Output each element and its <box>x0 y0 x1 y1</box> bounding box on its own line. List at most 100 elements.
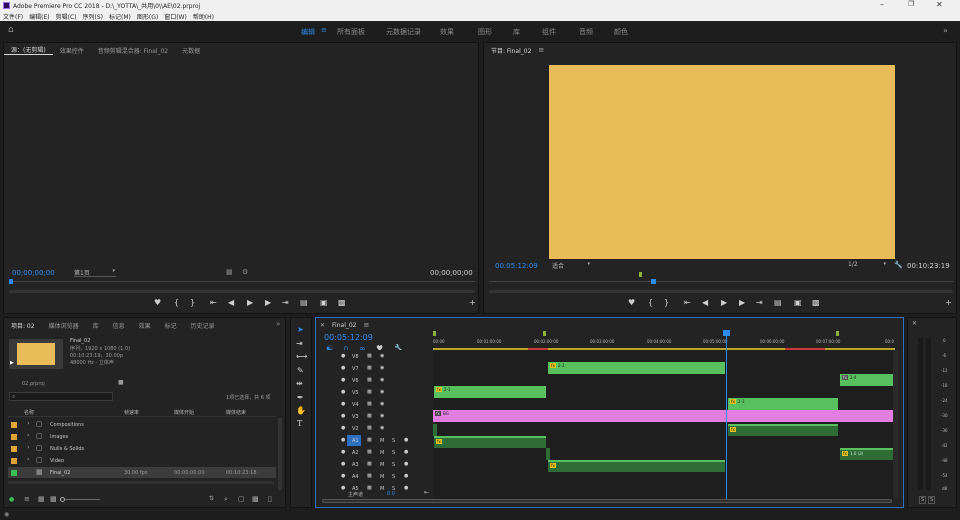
program-scrollbar[interactable] <box>489 290 953 293</box>
tab-metadata[interactable]: 元数据 <box>175 46 207 55</box>
project-hscrollbar[interactable] <box>8 481 274 484</box>
menu-help[interactable]: 帮助(H) <box>193 12 214 21</box>
step-back-icon[interactable]: ◀ <box>702 299 708 307</box>
menu-clip[interactable]: 剪辑(C) <box>56 12 77 21</box>
sync-icon[interactable]: ▩ <box>367 413 372 419</box>
overwrite-icon[interactable]: ▣ <box>320 299 328 307</box>
home-icon[interactable]: ⌂ <box>8 25 14 35</box>
mute-button[interactable]: M <box>380 450 384 456</box>
workspace-tab-audio[interactable]: 音频 <box>579 27 593 37</box>
sync-icon[interactable]: ▩ <box>367 485 372 491</box>
video-clip[interactable]: fx 2-4 <box>840 374 893 386</box>
lock-icon[interactable]: ● <box>341 485 345 491</box>
video-clip-bg[interactable]: fx BG <box>433 410 893 422</box>
workspace-tab-edit[interactable]: 编辑 <box>301 27 315 37</box>
sync-icon[interactable]: ▩ <box>367 353 372 359</box>
export-frame-icon[interactable]: ▩ <box>338 299 346 307</box>
col-media-end[interactable]: 媒体结束 <box>226 409 246 416</box>
sync-icon[interactable]: ▩ <box>367 365 372 371</box>
mark-in-icon[interactable]: { <box>174 299 179 307</box>
panel-overflow-icon[interactable]: » <box>276 320 280 328</box>
step-back-icon[interactable]: ◀ <box>228 299 234 307</box>
microphone-icon[interactable]: ● <box>404 449 408 455</box>
workspace-tab-color[interactable]: 颜色 <box>614 27 628 37</box>
type-tool-icon[interactable]: T <box>297 420 302 428</box>
lock-icon[interactable]: ● <box>9 496 14 503</box>
workspace-tab-effects[interactable]: 效果 <box>440 27 454 37</box>
program-timecode[interactable]: 00:05:12:09 <box>495 262 538 270</box>
track-row-v3[interactable]: ● V3 ▩ ◉ <box>336 411 433 423</box>
add-marker-icon[interactable]: ♥ <box>628 299 635 307</box>
video-clip[interactable]: fx 2-3 <box>728 398 838 410</box>
new-item-icon[interactable]: ▩ <box>252 495 259 503</box>
timeline-hscrollbar[interactable] <box>322 499 892 503</box>
timeline-ruler[interactable]: 00:00 00:01:00:00 00:02:00:00 00:03:00:0… <box>433 330 895 350</box>
track-row-a4[interactable]: ● A4 ▩ M S ● <box>336 471 433 483</box>
track-row-a3[interactable]: ● A3 ▩ M S ● <box>336 459 433 471</box>
microphone-icon[interactable]: ● <box>404 485 408 491</box>
eye-icon[interactable]: ◉ <box>380 413 384 419</box>
find-icon[interactable]: ⌕ <box>224 495 228 504</box>
eye-icon[interactable]: ◉ <box>380 377 384 383</box>
track-row-v6[interactable]: ● V6 ▩ ◉ <box>336 375 433 387</box>
insert-icon[interactable]: ▤ <box>300 299 308 307</box>
lock-icon[interactable]: ● <box>341 437 345 443</box>
track-row-v7[interactable]: ● V7 ▩ ◉ <box>336 363 433 375</box>
close-tab-icon[interactable]: ✕ <box>912 320 917 327</box>
go-to-out-icon[interactable]: ⇥ <box>756 299 763 307</box>
menu-marker[interactable]: 标记(M) <box>109 12 131 21</box>
chevron-right-icon[interactable]: › <box>27 420 29 427</box>
export-frame-icon[interactable]: ▩ <box>812 299 820 307</box>
sequence-marker[interactable] <box>543 331 546 336</box>
tab-markers[interactable]: 标记 <box>158 321 184 330</box>
hand-tool-icon[interactable]: ✋ <box>296 407 306 415</box>
tab-program[interactable]: 节目: Final_02 <box>484 46 538 55</box>
master-track-value[interactable]: 0.0 <box>387 491 395 497</box>
lock-icon[interactable]: ● <box>341 461 345 467</box>
workspace-tab-metadata[interactable]: 元数据记录 <box>386 27 421 37</box>
track-row-v4[interactable]: ● V4 ▩ ◉ <box>336 399 433 411</box>
workspace-tab-graphics[interactable]: 图形 <box>478 27 492 37</box>
list-item[interactable]: › ▢ Compositions <box>8 419 276 430</box>
solo-right-button[interactable]: S <box>928 496 936 504</box>
eye-icon[interactable]: ◉ <box>380 401 384 407</box>
add-marker-icon[interactable]: ♥ <box>154 299 161 307</box>
timeline-vscrollbar[interactable] <box>893 350 898 498</box>
maximize-icon[interactable]: ❐ <box>908 0 914 8</box>
audio-clip[interactable] <box>433 424 437 436</box>
list-item-selected[interactable]: ▦ Final_02 30.00 fps 00:00:00:00 00:10:2… <box>8 467 276 478</box>
mark-in-icon[interactable]: { <box>648 299 653 307</box>
step-forward-icon[interactable]: ▶ <box>265 299 271 307</box>
tab-audio-clip-mixer[interactable]: 音频剪辑混合器: Final_02 <box>91 46 175 55</box>
track-row-v5[interactable]: ● V5 ▩ ◉ <box>336 387 433 399</box>
icon-view-icon[interactable]: ▦ <box>38 495 45 503</box>
pen-tool-icon[interactable]: ✒ <box>297 394 304 402</box>
track-row-a1[interactable]: ● A1 ▩ M S ● <box>336 435 433 447</box>
selection-tool-icon[interactable]: ➤ <box>297 326 304 334</box>
col-media-start[interactable]: 媒体开始 <box>174 409 194 416</box>
audio-clip[interactable]: fx <box>548 460 725 472</box>
solo-button[interactable]: S <box>392 474 395 480</box>
list-item[interactable]: › ▢ Video <box>8 455 276 466</box>
timeline-scroll-thumb[interactable] <box>322 499 892 503</box>
sequence-marker[interactable] <box>836 331 839 336</box>
lock-icon[interactable]: ● <box>341 389 345 395</box>
program-fit-select[interactable]: 适合 ▾ <box>552 261 592 270</box>
lock-icon[interactable]: ● <box>341 353 345 359</box>
tab-media-browser[interactable]: 媒体浏览器 <box>42 321 86 330</box>
solo-button[interactable]: S <box>392 462 395 468</box>
menu-sequence[interactable]: 序列(S) <box>83 12 104 21</box>
program-resolution-select[interactable]: 1/2 ▾ <box>848 261 888 270</box>
mute-button[interactable]: M <box>380 486 384 492</box>
tab-source[interactable]: 源：(无剪辑) <box>4 45 53 55</box>
tab-history[interactable]: 历史记录 <box>184 321 222 330</box>
slip-tool-icon[interactable]: ⇹ <box>296 380 303 388</box>
eye-icon[interactable]: ◉ <box>380 389 384 395</box>
workspace-menu-icon[interactable]: ≡ <box>321 26 327 34</box>
master-go-to-icon[interactable]: ⇤ <box>424 489 429 496</box>
razor-tool-icon[interactable]: ✎ <box>297 367 304 375</box>
solo-button[interactable]: S <box>392 438 395 444</box>
video-clip[interactable]: fx 2-1 <box>434 386 546 398</box>
list-view-icon[interactable]: ≡ <box>24 495 30 503</box>
extract-icon[interactable]: ▣ <box>794 299 802 307</box>
